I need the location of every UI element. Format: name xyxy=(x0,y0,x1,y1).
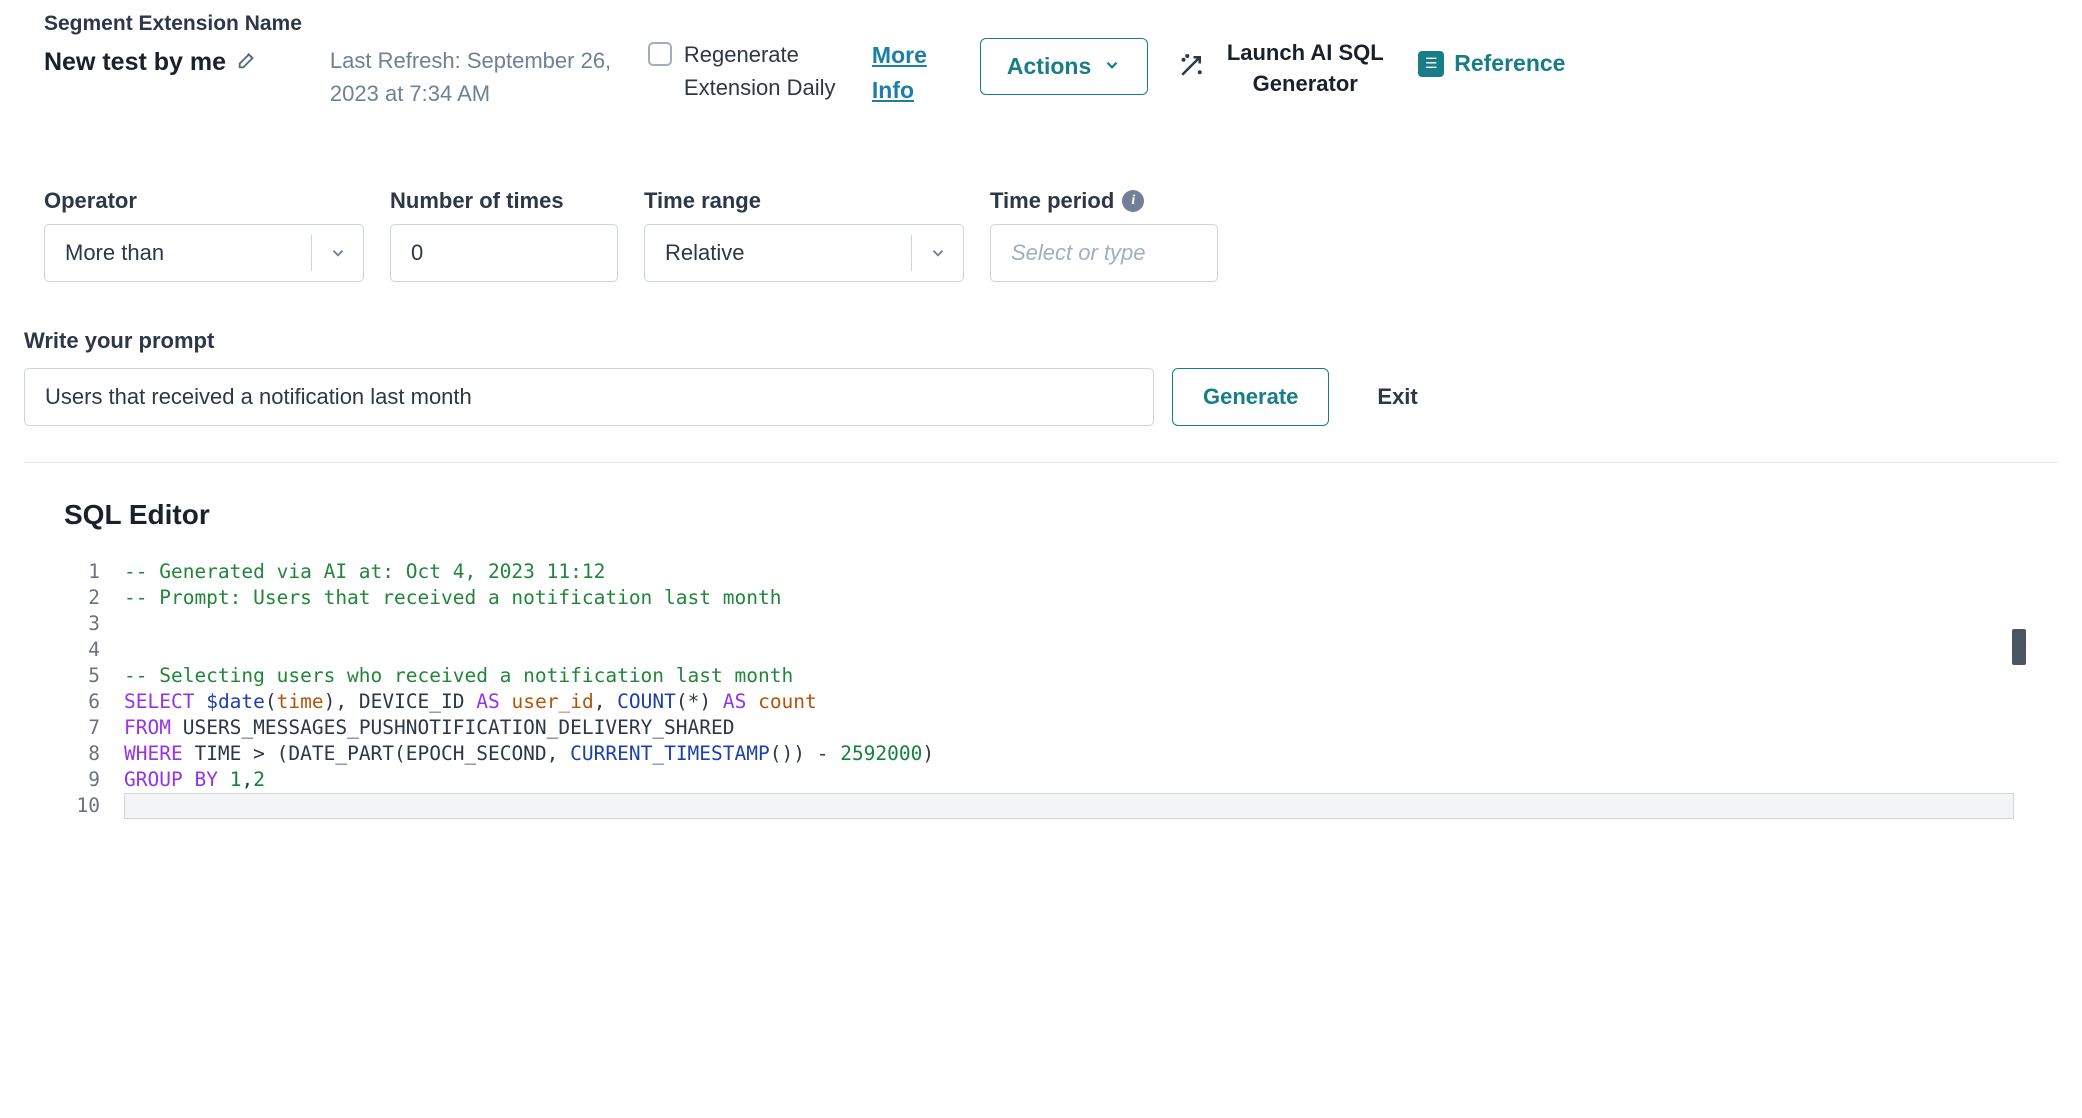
code-content[interactable]: -- Generated via AI at: Oct 4, 2023 11:1… xyxy=(124,559,2018,819)
sql-editor[interactable]: 1 2 3 4 5 6 7 8 9 10 -- Generated via AI… xyxy=(64,559,2018,819)
line-gutter: 1 2 3 4 5 6 7 8 9 10 xyxy=(64,559,124,819)
prompt-input[interactable] xyxy=(24,368,1154,426)
launch-ai-label: Launch AI SQL Generator xyxy=(1220,38,1390,100)
page-title: New test by me xyxy=(44,48,226,77)
time-range-select[interactable]: Relative xyxy=(644,224,964,282)
operator-value: More than xyxy=(45,240,311,266)
more-info-link[interactable]: More Info xyxy=(872,12,952,107)
regenerate-daily-checkbox[interactable] xyxy=(648,42,672,66)
generate-button[interactable]: Generate xyxy=(1172,368,1329,426)
number-of-times-input[interactable]: 0 xyxy=(390,224,618,282)
edit-icon[interactable] xyxy=(236,49,258,76)
segment-extension-name-label: Segment Extension Name xyxy=(44,12,302,36)
time-range-label: Time range xyxy=(644,188,964,214)
reference-icon: ☰ xyxy=(1418,51,1444,77)
number-of-times-value: 0 xyxy=(411,240,423,266)
operator-select[interactable]: More than xyxy=(44,224,364,282)
reference-label: Reference xyxy=(1454,50,1565,77)
actions-button[interactable]: Actions xyxy=(980,38,1148,95)
chevron-down-icon xyxy=(311,235,363,271)
last-refresh-text: Last Refresh: September 26, 2023 at 7:34… xyxy=(330,12,620,110)
scrollbar-thumb[interactable] xyxy=(2012,629,2026,665)
time-period-input[interactable]: Select or type xyxy=(990,224,1218,282)
operator-label: Operator xyxy=(44,188,364,214)
exit-button[interactable]: Exit xyxy=(1347,384,1447,410)
time-period-placeholder: Select or type xyxy=(1011,240,1146,266)
chevron-down-icon xyxy=(911,235,963,271)
sql-editor-panel: SQL Editor 1 2 3 4 5 6 7 8 9 10 -- Gener… xyxy=(24,462,2058,819)
magic-wand-icon xyxy=(1176,51,1206,86)
chevron-down-icon xyxy=(1103,53,1121,80)
sql-editor-title: SQL Editor xyxy=(64,499,2018,531)
actions-label: Actions xyxy=(1007,53,1091,80)
prompt-label: Write your prompt xyxy=(24,328,2058,354)
launch-ai-sql-generator-button[interactable]: Launch AI SQL Generator xyxy=(1176,12,1390,100)
number-of-times-label: Number of times xyxy=(390,188,618,214)
time-period-label: Time period i xyxy=(990,188,1218,214)
info-icon[interactable]: i xyxy=(1122,190,1144,212)
reference-link[interactable]: ☰ Reference xyxy=(1418,12,1565,77)
regenerate-daily-label: Regenerate Extension Daily xyxy=(684,38,844,104)
time-range-value: Relative xyxy=(645,240,911,266)
